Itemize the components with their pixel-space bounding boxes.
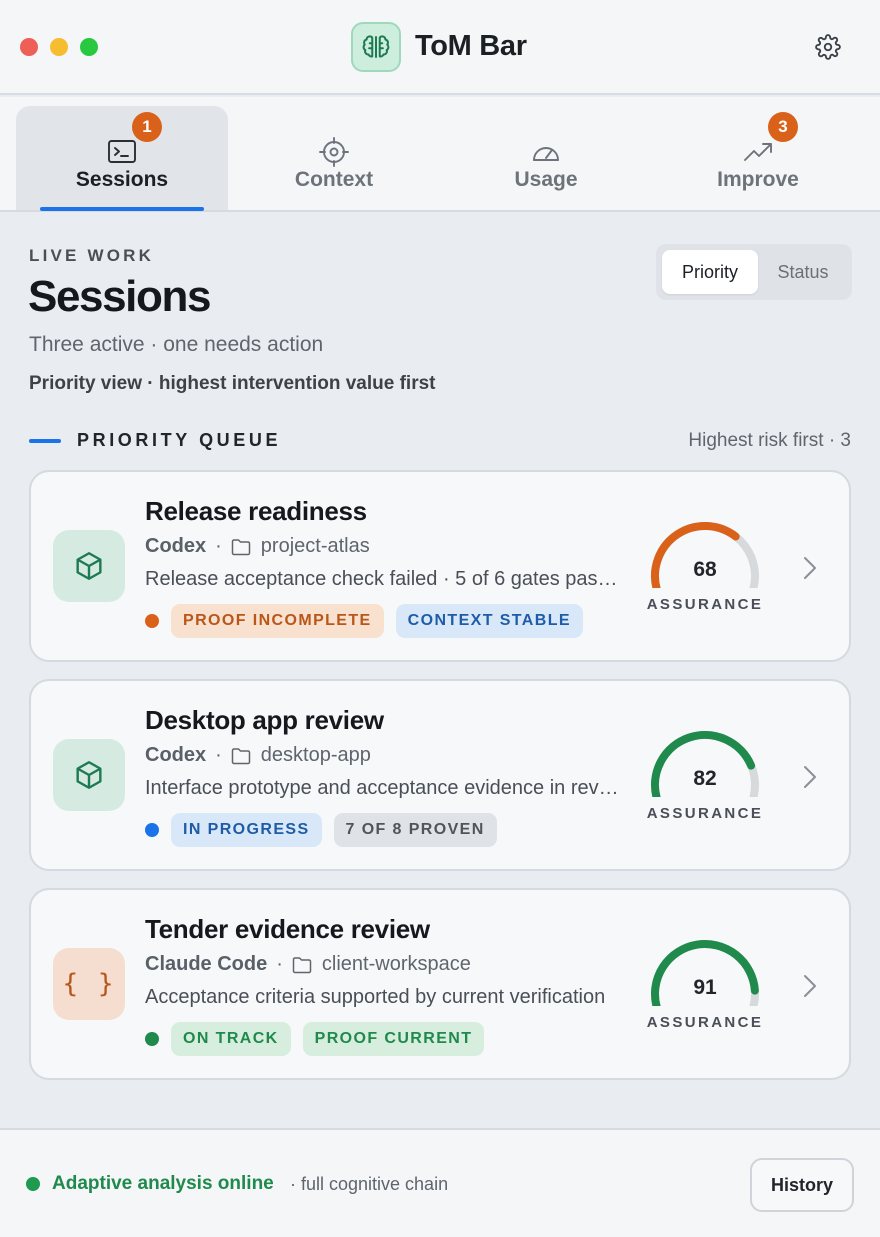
tag-list: IN PROGRESS 7 OF 8 PROVEN	[171, 813, 497, 847]
separator: ·	[276, 953, 283, 975]
separator: ·	[215, 744, 222, 766]
tab-usage[interactable]: Usage	[440, 106, 652, 210]
analysis-status-detail: · full cognitive chain	[290, 1174, 449, 1194]
folder-icon	[231, 747, 251, 764]
tab-badge: 1	[132, 112, 162, 142]
queue-meta: Highest risk first · 3	[688, 430, 851, 451]
assurance-value: 91	[693, 976, 717, 999]
gauge-icon	[533, 147, 559, 161]
tab-improve[interactable]: 3 Improve	[652, 106, 864, 210]
session-title: Release readiness	[145, 496, 367, 526]
session-description: Release acceptance check failed · 5 of 6…	[145, 568, 619, 590]
brain-icon	[351, 22, 401, 72]
session-card-desktop-app-review[interactable]: Desktop app review Codex · desktop-app I…	[29, 679, 851, 871]
session-meta: Claude Code · client-workspace	[145, 953, 471, 976]
section-accent-bar	[29, 439, 61, 443]
close-window-button[interactable]	[20, 38, 38, 56]
tab-sessions[interactable]: 1 Sessions	[16, 106, 228, 211]
session-description: Acceptance criteria supported by current…	[145, 986, 606, 1008]
queue-title: PRIORITY QUEUE	[77, 430, 282, 450]
page-subtitle: Three active · one needs action	[29, 333, 324, 356]
tab-label: Context	[294, 168, 374, 191]
tag-list: ON TRACK PROOF CURRENT	[171, 1022, 485, 1056]
target-icon	[319, 137, 349, 167]
zoom-window-button[interactable]	[80, 38, 98, 56]
gear-icon[interactable]	[815, 34, 841, 60]
online-status-dot	[26, 1177, 40, 1191]
session-title: Desktop app review	[145, 705, 384, 735]
status-dot	[145, 823, 159, 837]
status-dot	[145, 1032, 159, 1046]
folder-icon	[292, 956, 312, 973]
minimize-window-button[interactable]	[50, 38, 68, 56]
session-description: Interface prototype and acceptance evide…	[145, 777, 619, 799]
page-title: Sessions	[28, 272, 211, 321]
history-button[interactable]: History	[750, 1158, 854, 1212]
agent-name: Codex	[145, 535, 207, 557]
analysis-status: Adaptive analysis online	[52, 1173, 274, 1194]
folder-name: project-atlas	[260, 535, 370, 557]
agent-name: Claude Code	[145, 953, 268, 975]
active-tab-indicator	[40, 207, 204, 211]
title-bar: ToM Bar	[0, 0, 880, 95]
view-toggle: Priority Status	[656, 244, 852, 300]
chevron-right-icon[interactable]	[801, 763, 819, 791]
tab-bar: 1 Sessions Context Usage 3 Improve	[0, 97, 880, 212]
cube-icon	[53, 739, 125, 811]
status-badge: CONTEXT STABLE	[395, 604, 583, 638]
braces-icon: { }	[53, 948, 125, 1020]
assurance-label: ASSURANCE	[646, 1014, 764, 1031]
tab-badge: 3	[768, 112, 798, 142]
tab-context[interactable]: Context	[228, 106, 440, 210]
folder-name: client-workspace	[321, 953, 471, 975]
assurance-value: 68	[693, 558, 717, 581]
status-footer: Adaptive analysis online · full cognitiv…	[0, 1128, 880, 1237]
chevron-right-icon[interactable]	[801, 554, 819, 582]
status-badge: IN PROGRESS	[171, 813, 322, 847]
session-meta: Codex · desktop-app	[145, 744, 371, 767]
tab-label: Sessions	[75, 168, 169, 191]
status-badge: ON TRACK	[171, 1022, 291, 1056]
chevron-right-icon[interactable]	[801, 972, 819, 1000]
session-card-tender-evidence-review[interactable]: { } Tender evidence review Claude Code ·…	[29, 888, 851, 1080]
priority-toggle-button[interactable]: Priority	[662, 250, 758, 294]
tab-label: Improve	[717, 168, 799, 191]
terminal-icon	[108, 140, 136, 163]
status-badge: 7 OF 8 PROVEN	[333, 813, 497, 847]
cube-icon	[53, 530, 125, 602]
tag-list: PROOF INCOMPLETE CONTEXT STABLE	[171, 604, 583, 638]
status-toggle-button[interactable]: Status	[760, 250, 846, 294]
session-title: Tender evidence review	[145, 914, 430, 944]
session-card-release-readiness[interactable]: Release readiness Codex · project-atlas …	[29, 470, 851, 662]
folder-icon	[231, 538, 251, 555]
status-badge: PROOF CURRENT	[302, 1022, 485, 1056]
app-title: ToM Bar	[415, 30, 527, 62]
tab-label: Usage	[514, 168, 578, 191]
separator: ·	[215, 535, 222, 557]
status-dot	[145, 614, 159, 628]
view-description: Priority view · highest intervention val…	[29, 373, 436, 394]
agent-name: Codex	[145, 744, 207, 766]
session-meta: Codex · project-atlas	[145, 535, 370, 558]
section-overline: LIVE WORK	[29, 246, 155, 265]
trend-up-icon	[744, 143, 772, 161]
status-badge: PROOF INCOMPLETE	[171, 604, 384, 638]
assurance-label: ASSURANCE	[646, 596, 764, 613]
folder-name: desktop-app	[260, 744, 371, 766]
assurance-value: 82	[693, 767, 717, 790]
assurance-label: ASSURANCE	[646, 805, 764, 822]
